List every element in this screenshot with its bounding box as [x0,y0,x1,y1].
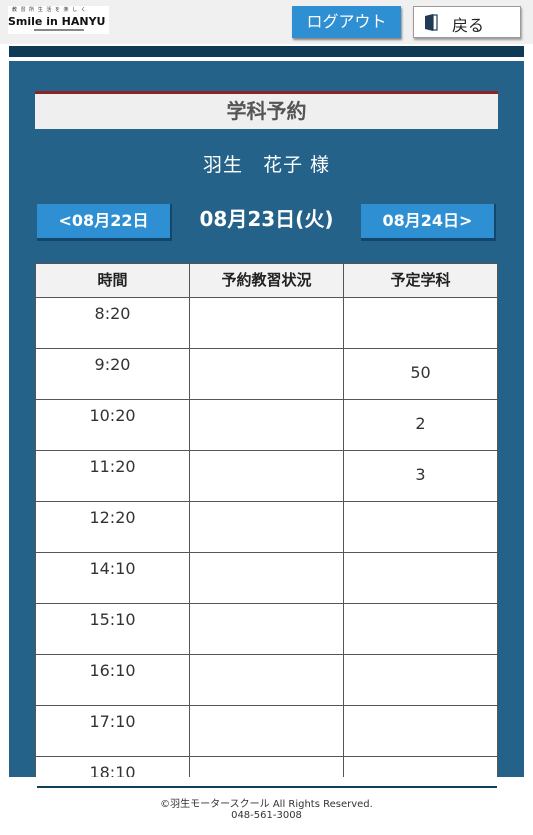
copyright-text: ©羽生モータースクール All Rights Reserved. [160,799,373,810]
subject-cell [343,655,498,705]
time-cell: 15:10 [35,604,189,654]
subject-cell [343,502,498,552]
logo-underline [34,29,84,31]
back-button-label: 戻る [452,16,485,35]
time-cell: 8:20 [35,298,189,348]
subject-cell [343,757,498,777]
status-cell[interactable] [189,349,343,399]
subject-cell: 50 [343,349,498,399]
table-row: 15:10 [35,604,498,655]
subject-cell [343,604,498,654]
subject-cell [343,553,498,603]
time-cell: 14:10 [35,553,189,603]
table-row: 17:10 [35,706,498,757]
time-cell: 9:20 [35,349,189,399]
time-cell: 12:20 [35,502,189,552]
status-cell[interactable] [189,298,343,348]
logout-button[interactable]: ログアウト [292,6,401,38]
next-day-button[interactable]: 08月24日> [361,204,496,241]
main-panel: 学科予約 羽生 花子 様 <08月22日 08月23日(火) 08月24日> 時… [9,61,524,777]
header-divider [9,46,524,57]
table-row: 8:20 [35,298,498,349]
logo-tagline: 教 習 所 生 活 を 楽 し く [12,7,87,13]
status-cell[interactable] [189,502,343,552]
subject-cell: 3 [343,451,498,501]
table-row: 18:10 [35,757,498,777]
prev-day-button[interactable]: <08月22日 [37,204,172,241]
time-cell: 11:20 [35,451,189,501]
column-header-time: 時間 [35,264,189,297]
column-header-subject: 予定学科 [343,264,498,297]
status-cell[interactable] [189,706,343,756]
table-row: 10:20 2 [35,400,498,451]
user-name: 羽生 花子 様 [202,154,331,176]
page-title: 学科予約 [226,99,307,123]
status-cell[interactable] [189,451,343,501]
time-cell: 10:20 [35,400,189,450]
back-button[interactable]: 戻る [413,6,521,38]
door-icon [424,14,438,31]
subject-cell: 2 [343,400,498,450]
page-title-box: 学科予約 [35,91,498,129]
status-cell[interactable] [189,757,343,777]
footer-divider [37,786,497,788]
column-header-status: 予約教習状況 [189,264,343,297]
logo-text: Smile in HANYU [8,15,106,28]
table-row: 12:20 [35,502,498,553]
status-cell[interactable] [189,400,343,450]
table-row: 9:20 50 [35,349,498,400]
current-date: 08月23日(火) [199,207,334,231]
logo[interactable]: 教 習 所 生 活 を 楽 し く Smile in HANYU [8,6,109,34]
time-cell: 18:10 [35,757,189,777]
time-cell: 17:10 [35,706,189,756]
subject-cell [343,706,498,756]
table-header-row: 時間 予約教習状況 予定学科 [35,263,498,298]
status-cell[interactable] [189,604,343,654]
subject-cell [343,298,498,348]
status-cell[interactable] [189,655,343,705]
phone-number: 048-561-3008 [231,810,302,821]
table-row: 16:10 [35,655,498,706]
status-cell[interactable] [189,553,343,603]
time-cell: 16:10 [35,655,189,705]
schedule-table: 時間 予約教習状況 予定学科 8:20 9:20 50 10:20 2 11:2… [35,263,498,777]
table-row: 11:20 3 [35,451,498,502]
top-bar: 教 習 所 生 活 を 楽 し く Smile in HANYU ログアウト 戻… [0,0,533,44]
table-row: 14:10 [35,553,498,604]
